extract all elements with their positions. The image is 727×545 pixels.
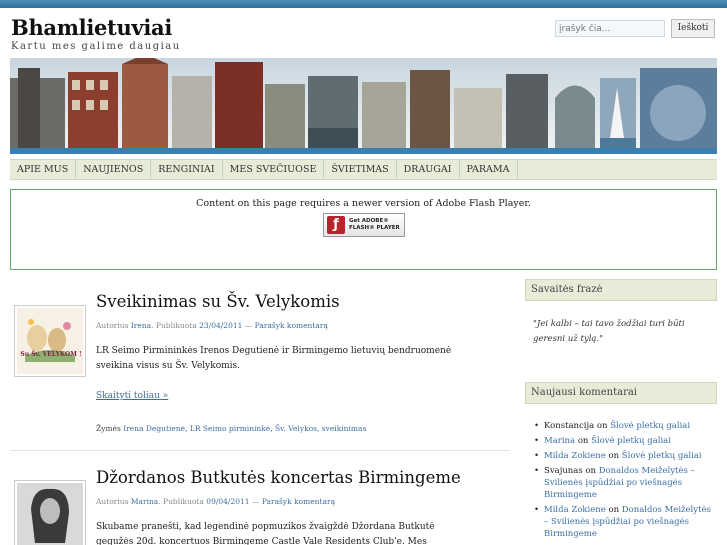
flash-button-label: Get ADOBE® FLASH® PLAYER xyxy=(349,218,400,231)
comment-post-link[interactable]: Šlovė pletkų galiai xyxy=(610,421,690,431)
comment-author[interactable]: Milda Zokiene xyxy=(544,451,606,461)
comment-link[interactable]: Parašyk komentarą xyxy=(262,497,335,506)
nav-item-3[interactable]: MES SVEČIUOSE xyxy=(223,160,325,179)
recent-comments-list: Konstancija on Šlovė pletkų galiaiMarina… xyxy=(532,420,717,543)
comment-item: Milda Zokiene on Šlovė pletkų galiai xyxy=(532,450,717,462)
comment-author: Konstancija xyxy=(544,421,595,431)
comment-item: Marina on Šlovė pletkų galiai xyxy=(532,435,717,447)
widget-title-phrase: Savaitės frazė xyxy=(525,279,717,301)
post-title[interactable]: Džordanos Butkutės koncertas Birmingeme xyxy=(96,468,461,487)
post-excerpt: LR Seimo Pirmininkės Irenos Degutienė ir… xyxy=(96,346,452,371)
comment-post-link[interactable]: Šlovė pletkų galiai xyxy=(622,451,702,461)
nav-item-4[interactable]: ŠVIETIMAS xyxy=(324,160,397,179)
nav-item-6[interactable]: PARAMA xyxy=(460,160,518,179)
comment-item: Konstancija on Šlovė pletkų galiai xyxy=(532,420,717,432)
comment-post-link[interactable]: Šlovė pletkų galiai xyxy=(591,436,671,446)
top-bar xyxy=(0,0,727,8)
nav-item-1[interactable]: NAUJIENOS xyxy=(76,160,152,179)
nav-item-2[interactable]: RENGINIAI xyxy=(151,160,223,179)
comment-author[interactable]: Marina xyxy=(544,436,575,446)
comment-link[interactable]: Parašyk komentarą xyxy=(255,321,328,330)
post-thumbnail-singer[interactable] xyxy=(14,480,86,545)
site-tagline: Kartu mes galime daugiau xyxy=(11,41,181,52)
get-flash-player-button[interactable]: ƒ Get ADOBE® FLASH® PLAYER xyxy=(323,213,405,237)
comment-on-text: on xyxy=(608,451,620,461)
flash-logo-icon: ƒ xyxy=(327,216,345,234)
nav-item-5[interactable]: DRAUGAI xyxy=(397,160,460,179)
search-input[interactable] xyxy=(555,20,665,37)
comment-on-text: on xyxy=(577,436,589,446)
comment-item: Svajunas on Donaldos Meiželytės – Svilie… xyxy=(532,465,717,501)
weekly-quote: "Jei kalbi – tai tavo žodžiai turi būti … xyxy=(533,319,685,344)
header-banner-image xyxy=(10,58,717,154)
nav-item-0[interactable]: APIE MUS xyxy=(10,160,77,179)
date-link[interactable]: 09/04/2011 xyxy=(206,497,249,506)
post-divider xyxy=(10,450,510,451)
tag-link[interactable]: Šv. Velykos xyxy=(275,424,317,433)
flash-message: Content on this page requires a newer ve… xyxy=(196,198,531,209)
author-link[interactable]: Marina xyxy=(131,497,158,506)
post-thumbnail-easter[interactable]: Su Šv. VELYKOM ! xyxy=(14,305,86,377)
date-link[interactable]: 23/04/2011 xyxy=(199,321,242,330)
read-more-link[interactable]: Skaityti toliau » xyxy=(96,391,168,401)
post-tags: Žymės Irena Degutienė, LR Seimo pirminin… xyxy=(96,424,367,433)
comment-item: Milda Zokiene on Donaldos Meiželytės – S… xyxy=(532,504,717,540)
main-nav: APIE MUS NAUJIENOS RENGINIAI MES SVEČIUOSE Š… xyxy=(10,159,717,180)
thumbnail-caption: Su Šv. VELYKOM ! xyxy=(20,351,82,358)
comment-author[interactable]: Milda Zokiene xyxy=(544,505,606,515)
tag-link[interactable]: LR Seimo pirmininkė xyxy=(190,424,270,433)
tag-link[interactable]: sveikinimas xyxy=(322,424,367,433)
comment-author: Svajunas xyxy=(544,466,583,476)
post-meta: Autorius Marina. Publikuota 09/04/2011 —… xyxy=(96,497,336,506)
comment-on-text: on xyxy=(608,505,620,515)
post-meta: Autorius Irena. Publikuota 23/04/2011 — … xyxy=(96,321,328,330)
site-title[interactable]: Bhamlietuviai xyxy=(11,15,172,40)
comment-on-text: on xyxy=(596,421,608,431)
post-excerpt: Skubame pranešti, kad legendinė popmuzik… xyxy=(96,522,435,545)
flash-notice: Content on this page requires a newer ve… xyxy=(10,189,717,270)
post-title[interactable]: Sveikinimas su Šv. Velykomis xyxy=(96,292,340,311)
widget-title-comments: Naujausi komentarai xyxy=(525,382,717,404)
tag-link[interactable]: Irena Degutienė xyxy=(123,424,185,433)
search-button[interactable]: Ieškoti xyxy=(671,19,715,38)
comment-on-text: on xyxy=(585,466,597,476)
author-link[interactable]: Irena xyxy=(131,321,151,330)
